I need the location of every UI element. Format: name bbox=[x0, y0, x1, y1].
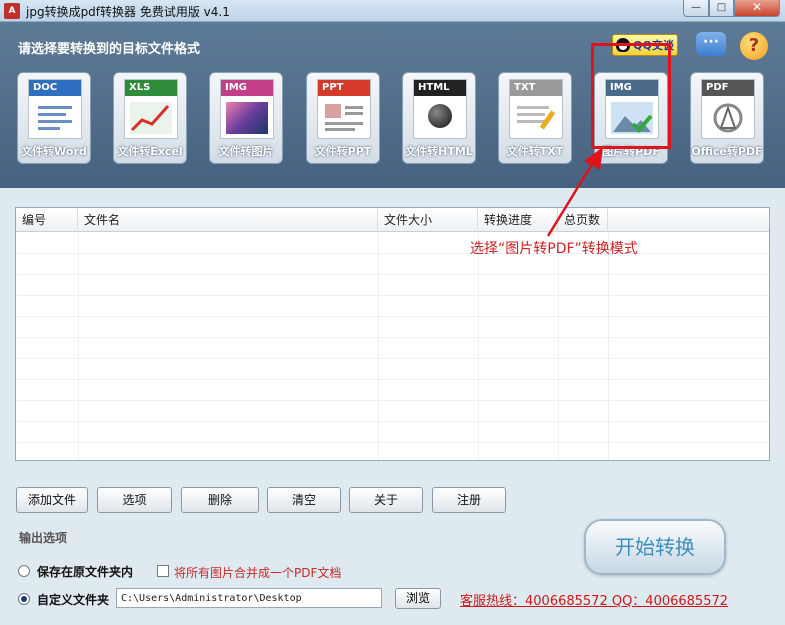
help-icon[interactable]: ? bbox=[740, 32, 768, 60]
table-column-line bbox=[378, 232, 379, 460]
format-button-word[interactable]: DOC 文件转Word bbox=[17, 72, 91, 164]
format-label: 文件转Excel bbox=[117, 145, 183, 158]
format-tag: TXT bbox=[510, 80, 562, 96]
column-header-filesize[interactable]: 文件大小 bbox=[378, 208, 478, 232]
start-convert-button[interactable]: 开始转换 bbox=[584, 519, 726, 575]
format-tag: HTML bbox=[414, 80, 466, 96]
title-bar: A jpg转换成pdf转换器 免费试用版 v4.1 — □ ✕ bbox=[0, 0, 785, 22]
format-ppt-icon: PPT bbox=[317, 79, 371, 139]
maximize-button[interactable]: □ bbox=[709, 0, 734, 17]
format-button-excel[interactable]: XLS 文件转Excel bbox=[113, 72, 187, 164]
table-row bbox=[16, 337, 769, 338]
column-header-filename[interactable]: 文件名 bbox=[78, 208, 378, 232]
support-hotline-link[interactable]: 客服热线：4006685572 QQ：4006685572 bbox=[460, 590, 728, 609]
format-office-to-pdf-icon: PDF bbox=[701, 79, 755, 139]
format-art bbox=[515, 102, 557, 134]
format-html-icon: HTML bbox=[413, 79, 467, 139]
output-options-title: 输出选项 bbox=[19, 531, 68, 545]
app-icon: A bbox=[4, 3, 20, 19]
format-button-ppt[interactable]: PPT 文件转PPT bbox=[306, 72, 380, 164]
file-list-table[interactable]: 编号 文件名 文件大小 转换进度 总页数 bbox=[15, 207, 770, 461]
close-button[interactable]: ✕ bbox=[734, 0, 780, 17]
clear-button[interactable]: 清空 bbox=[267, 487, 341, 513]
column-header-progress[interactable]: 转换进度 bbox=[478, 208, 558, 232]
custom-folder-radio[interactable] bbox=[18, 593, 30, 605]
table-header: 编号 文件名 文件大小 转换进度 总页数 bbox=[16, 208, 769, 232]
register-button[interactable]: 注册 bbox=[432, 487, 506, 513]
table-column-line bbox=[78, 232, 79, 460]
merge-pdf-label[interactable]: 将所有图片合并成一个PDF文档 bbox=[174, 564, 341, 581]
table-row bbox=[16, 274, 769, 275]
format-tag: PPT bbox=[318, 80, 370, 96]
format-image-icon: IMG bbox=[220, 79, 274, 139]
format-button-html[interactable]: HTML 文件转HTML bbox=[402, 72, 476, 164]
delete-button[interactable]: 删除 bbox=[181, 487, 259, 513]
column-header-index[interactable]: 编号 bbox=[16, 208, 78, 232]
keep-original-radio[interactable] bbox=[18, 565, 30, 577]
table-row bbox=[16, 316, 769, 317]
format-tag: XLS bbox=[125, 80, 177, 96]
browse-button[interactable]: 浏览 bbox=[395, 588, 441, 609]
format-label: 文件转HTML bbox=[405, 145, 473, 158]
table-row bbox=[16, 295, 769, 296]
format-label: 文件转Word bbox=[21, 145, 87, 158]
header-title: 请选择要转换到的目标文件格式 bbox=[18, 42, 201, 57]
merge-pdf-checkbox[interactable] bbox=[157, 565, 169, 577]
format-label: Office转PDF bbox=[691, 145, 763, 158]
keep-original-label[interactable]: 保存在原文件夹内 bbox=[37, 563, 133, 580]
format-art bbox=[323, 102, 365, 134]
format-word-icon: DOC bbox=[28, 79, 82, 139]
table-row bbox=[16, 421, 769, 422]
callout-text: 选择“图片转PDF”转换模式 bbox=[470, 241, 638, 257]
table-column-line bbox=[478, 232, 479, 460]
window-title: jpg转换成pdf转换器 免费试用版 v4.1 bbox=[26, 5, 230, 19]
format-tag: PDF bbox=[702, 80, 754, 96]
table-row bbox=[16, 400, 769, 401]
format-art bbox=[419, 102, 461, 134]
options-button[interactable]: 选项 bbox=[97, 487, 172, 513]
format-art bbox=[226, 102, 268, 134]
table-row bbox=[16, 379, 769, 380]
table-column-line bbox=[558, 232, 559, 460]
minimize-button[interactable]: — bbox=[683, 0, 709, 17]
format-art bbox=[707, 102, 749, 134]
format-art bbox=[130, 102, 172, 134]
selected-format-highlight bbox=[591, 43, 671, 149]
format-label: 文件转图片 bbox=[218, 145, 274, 158]
output-path-input[interactable] bbox=[116, 588, 382, 608]
format-txt-icon: TXT bbox=[509, 79, 563, 139]
format-button-image[interactable]: IMG 文件转图片 bbox=[209, 72, 283, 164]
format-button-txt[interactable]: TXT 文件转TXT bbox=[498, 72, 572, 164]
format-tag: DOC bbox=[29, 80, 81, 96]
table-column-line bbox=[608, 232, 609, 460]
format-tag: IMG bbox=[221, 80, 273, 96]
format-button-office-to-pdf[interactable]: PDF Office转PDF bbox=[690, 72, 764, 164]
table-row bbox=[16, 358, 769, 359]
format-label: 文件转PPT bbox=[314, 145, 372, 158]
chat-bubble-icon[interactable]: ··· bbox=[696, 32, 726, 58]
format-art bbox=[34, 102, 76, 134]
add-file-button[interactable]: 添加文件 bbox=[16, 487, 88, 513]
about-button[interactable]: 关于 bbox=[349, 487, 423, 513]
format-label: 文件转TXT bbox=[506, 145, 564, 158]
format-excel-icon: XLS bbox=[124, 79, 178, 139]
column-header-pages[interactable]: 总页数 bbox=[558, 208, 608, 232]
table-row bbox=[16, 442, 769, 443]
custom-folder-label[interactable]: 自定义文件夹 bbox=[37, 591, 109, 608]
table-row bbox=[16, 253, 769, 254]
